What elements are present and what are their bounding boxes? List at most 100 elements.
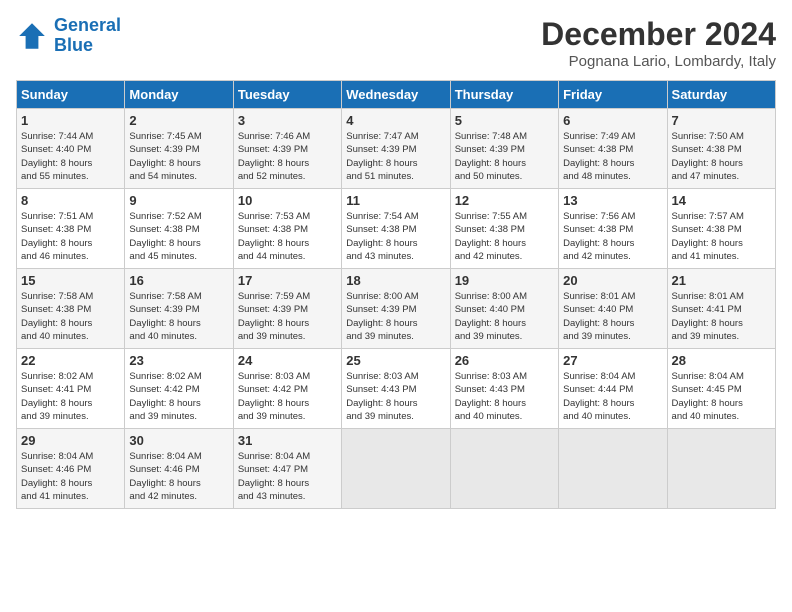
day-info: Sunrise: 7:48 AM Sunset: 4:39 PM Dayligh… [455,130,554,183]
day-number: 9 [129,193,228,208]
day-number: 23 [129,353,228,368]
day-info: Sunrise: 8:00 AM Sunset: 4:39 PM Dayligh… [346,290,445,343]
day-number: 30 [129,433,228,448]
day-number: 25 [346,353,445,368]
calendar-cell: 10Sunrise: 7:53 AM Sunset: 4:38 PM Dayli… [233,189,341,269]
calendar-cell: 3Sunrise: 7:46 AM Sunset: 4:39 PM Daylig… [233,109,341,189]
logo-text: General Blue [54,16,121,56]
day-info: Sunrise: 8:00 AM Sunset: 4:40 PM Dayligh… [455,290,554,343]
calendar-week-4: 29 Sunrise: 8:04 AM Sunset: 4:46 PM Dayli… [17,429,776,509]
calendar-cell: 6 Sunrise: 7:49 AM Sunset: 4:38 PM Daylig… [559,109,667,189]
calendar-cell: 12Sunrise: 7:55 AM Sunset: 4:38 PM Dayli… [450,189,558,269]
day-number: 27 [563,353,662,368]
calendar-cell [667,429,775,509]
day-info: Sunrise: 8:03 AM Sunset: 4:43 PM Dayligh… [455,370,554,423]
calendar-cell: 31 Sunrise: 8:04 AM Sunset: 4:47 PM Dayli… [233,429,341,509]
day-info: Sunrise: 8:04 AM Sunset: 4:46 PM Dayligh… [129,450,228,503]
day-info: Sunrise: 8:04 AM Sunset: 4:45 PM Dayligh… [672,370,771,423]
location-title: Pognana Lario, Lombardy, Italy [541,53,776,70]
day-number: 16 [129,273,228,288]
calendar-cell [559,429,667,509]
calendar-cell: 5 Sunrise: 7:48 AM Sunset: 4:39 PM Daylig… [450,109,558,189]
calendar-cell: 29 Sunrise: 8:04 AM Sunset: 4:46 PM Dayli… [17,429,125,509]
calendar-cell: 4 Sunrise: 7:47 AM Sunset: 4:39 PM Daylig… [342,109,450,189]
title-area: December 2024 Pognana Lario, Lombardy, I… [541,16,776,70]
day-number: 21 [672,273,771,288]
day-info: Sunrise: 7:46 AM Sunset: 4:39 PM Dayligh… [238,130,337,183]
calendar-week-2: 15Sunrise: 7:58 AM Sunset: 4:38 PM Dayli… [17,269,776,349]
day-number: 18 [346,273,445,288]
day-info: Sunrise: 7:52 AM Sunset: 4:38 PM Dayligh… [129,210,228,263]
day-info: Sunrise: 7:51 AM Sunset: 4:38 PM Dayligh… [21,210,120,263]
day-info: Sunrise: 8:01 AM Sunset: 4:41 PM Dayligh… [672,290,771,343]
calendar-cell: 25 Sunrise: 8:03 AM Sunset: 4:43 PM Dayli… [342,349,450,429]
day-info: Sunrise: 8:04 AM Sunset: 4:47 PM Dayligh… [238,450,337,503]
calendar-week-3: 22 Sunrise: 8:02 AM Sunset: 4:41 PM Dayli… [17,349,776,429]
calendar-cell [450,429,558,509]
day-number: 28 [672,353,771,368]
day-number: 19 [455,273,554,288]
day-number: 5 [455,113,554,128]
day-info: Sunrise: 8:04 AM Sunset: 4:46 PM Dayligh… [21,450,120,503]
logo: General Blue [16,16,121,56]
day-number: 7 [672,113,771,128]
calendar-cell: 2Sunrise: 7:45 AM Sunset: 4:39 PM Daylig… [125,109,233,189]
day-info: Sunrise: 7:58 AM Sunset: 4:39 PM Dayligh… [129,290,228,343]
day-info: Sunrise: 7:49 AM Sunset: 4:38 PM Dayligh… [563,130,662,183]
col-tuesday: Tuesday [233,81,341,109]
day-number: 29 [21,433,120,448]
day-info: Sunrise: 7:57 AM Sunset: 4:38 PM Dayligh… [672,210,771,263]
day-number: 22 [21,353,120,368]
calendar-cell: 11Sunrise: 7:54 AM Sunset: 4:38 PM Dayli… [342,189,450,269]
day-info: Sunrise: 7:45 AM Sunset: 4:39 PM Dayligh… [129,130,228,183]
calendar-cell: 27 Sunrise: 8:04 AM Sunset: 4:44 PM Dayli… [559,349,667,429]
calendar-cell: 30 Sunrise: 8:04 AM Sunset: 4:46 PM Dayli… [125,429,233,509]
header: General Blue December 2024 Pognana Lario… [16,16,776,70]
calendar-cell: 19 Sunrise: 8:00 AM Sunset: 4:40 PM Dayli… [450,269,558,349]
col-friday: Friday [559,81,667,109]
header-row: Sunday Monday Tuesday Wednesday Thursday… [17,81,776,109]
day-number: 24 [238,353,337,368]
calendar-cell: 21 Sunrise: 8:01 AM Sunset: 4:41 PM Dayli… [667,269,775,349]
day-number: 11 [346,193,445,208]
calendar-cell: 26 Sunrise: 8:03 AM Sunset: 4:43 PM Dayli… [450,349,558,429]
day-number: 17 [238,273,337,288]
day-info: Sunrise: 8:02 AM Sunset: 4:42 PM Dayligh… [129,370,228,423]
day-number: 26 [455,353,554,368]
day-number: 8 [21,193,120,208]
col-thursday: Thursday [450,81,558,109]
day-number: 15 [21,273,120,288]
day-info: Sunrise: 7:53 AM Sunset: 4:38 PM Dayligh… [238,210,337,263]
day-number: 12 [455,193,554,208]
calendar-week-1: 8 Sunrise: 7:51 AM Sunset: 4:38 PM Daylig… [17,189,776,269]
calendar-week-0: 1 Sunrise: 7:44 AM Sunset: 4:40 PM Daylig… [17,109,776,189]
col-sunday: Sunday [17,81,125,109]
calendar-table: Sunday Monday Tuesday Wednesday Thursday… [16,80,776,509]
calendar-cell: 9 Sunrise: 7:52 AM Sunset: 4:38 PM Daylig… [125,189,233,269]
day-number: 4 [346,113,445,128]
day-number: 20 [563,273,662,288]
day-info: Sunrise: 7:59 AM Sunset: 4:39 PM Dayligh… [238,290,337,343]
day-info: Sunrise: 7:44 AM Sunset: 4:40 PM Dayligh… [21,130,120,183]
day-info: Sunrise: 8:03 AM Sunset: 4:43 PM Dayligh… [346,370,445,423]
calendar-cell: 23 Sunrise: 8:02 AM Sunset: 4:42 PM Dayli… [125,349,233,429]
day-number: 31 [238,433,337,448]
logo-icon [16,20,48,52]
calendar-cell: 13Sunrise: 7:56 AM Sunset: 4:38 PM Dayli… [559,189,667,269]
calendar-cell: 18 Sunrise: 8:00 AM Sunset: 4:39 PM Dayli… [342,269,450,349]
calendar-cell: 7 Sunrise: 7:50 AM Sunset: 4:38 PM Daylig… [667,109,775,189]
calendar-cell: 1 Sunrise: 7:44 AM Sunset: 4:40 PM Daylig… [17,109,125,189]
col-wednesday: Wednesday [342,81,450,109]
day-info: Sunrise: 7:50 AM Sunset: 4:38 PM Dayligh… [672,130,771,183]
day-info: Sunrise: 8:02 AM Sunset: 4:41 PM Dayligh… [21,370,120,423]
calendar-cell: 14Sunrise: 7:57 AM Sunset: 4:38 PM Dayli… [667,189,775,269]
day-info: Sunrise: 8:04 AM Sunset: 4:44 PM Dayligh… [563,370,662,423]
day-number: 6 [563,113,662,128]
day-info: Sunrise: 8:01 AM Sunset: 4:40 PM Dayligh… [563,290,662,343]
calendar-cell: 28 Sunrise: 8:04 AM Sunset: 4:45 PM Dayli… [667,349,775,429]
day-number: 1 [21,113,120,128]
calendar-cell: 24Sunrise: 8:03 AM Sunset: 4:42 PM Dayli… [233,349,341,429]
col-saturday: Saturday [667,81,775,109]
calendar-cell: 22 Sunrise: 8:02 AM Sunset: 4:41 PM Dayli… [17,349,125,429]
day-info: Sunrise: 7:47 AM Sunset: 4:39 PM Dayligh… [346,130,445,183]
